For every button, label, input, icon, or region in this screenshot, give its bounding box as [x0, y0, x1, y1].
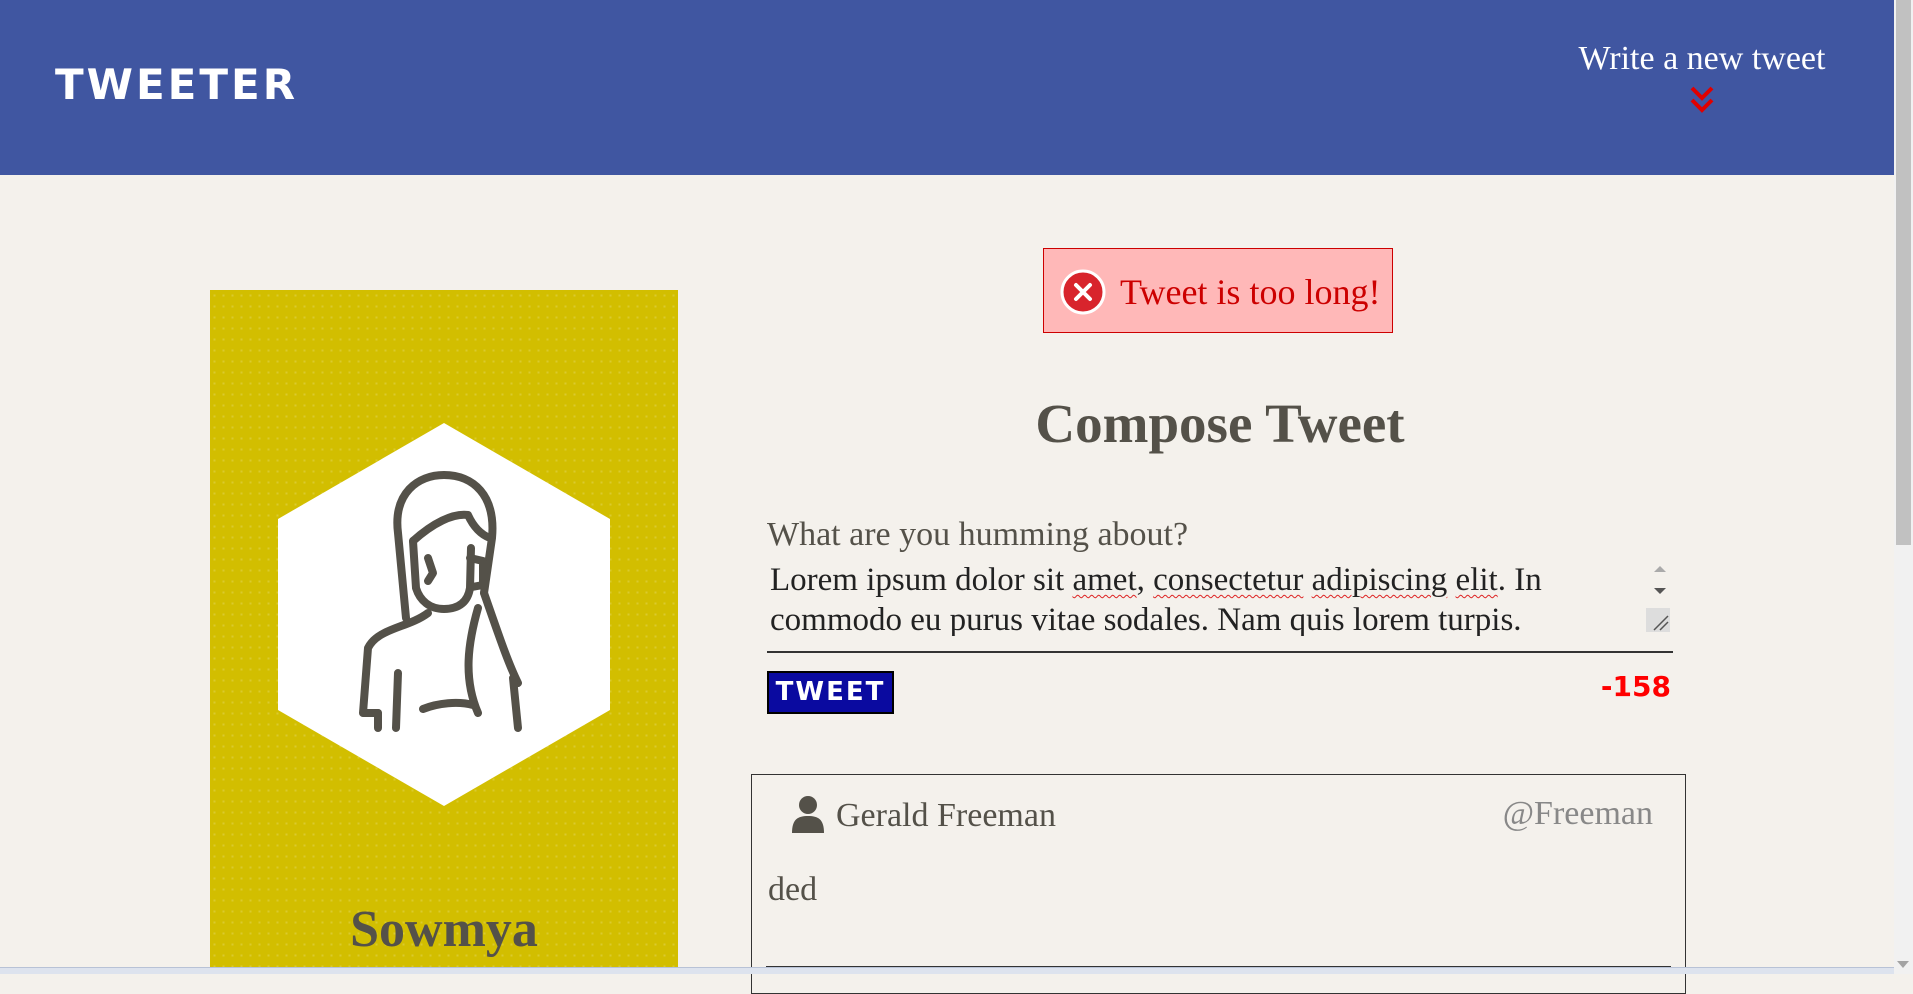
double-chevron-down-icon [1690, 86, 1714, 113]
woman-avatar-icon [278, 423, 610, 806]
compose-prompt-label: What are you humming about? [767, 516, 1189, 553]
scrollbar-thumb[interactable] [1896, 0, 1911, 545]
user-icon [792, 796, 824, 833]
error-x-icon [1060, 269, 1106, 315]
textarea-underline [767, 651, 1673, 653]
tweet-card: Gerald Freeman @Freeman ded [751, 774, 1686, 994]
profile-name: Sowmya [350, 901, 538, 958]
write-new-tweet-link[interactable]: Write a new tweet [1562, 40, 1842, 116]
top-nav: TWEETER Write a new tweet [0, 0, 1894, 175]
brand-logo[interactable]: TWEETER [55, 60, 298, 109]
tweet-author-name: Gerald Freeman [836, 797, 1056, 834]
page-scrollbar[interactable] [1894, 0, 1913, 974]
tweet-content: ded [768, 871, 818, 908]
compose-title: Compose Tweet [1035, 393, 1405, 454]
tweet-textarea[interactable]: Lorem ipsum dolor sit amet, consectetur … [767, 560, 1673, 636]
error-banner: Tweet is too long! [1043, 248, 1393, 333]
textarea-scroll-up-icon[interactable] [1654, 566, 1666, 572]
write-new-tweet-label: Write a new tweet [1578, 40, 1826, 77]
textarea-scroll-down-icon[interactable] [1654, 588, 1666, 594]
window-bottom-edge [0, 967, 1894, 974]
error-message: Tweet is too long! [1120, 272, 1381, 312]
profile-card: Sowmya [210, 290, 678, 974]
scroll-down-arrow-icon[interactable] [1897, 961, 1909, 968]
tweet-text: Lorem ipsum dolor sit amet, consectetur … [770, 562, 1542, 636]
tweet-button[interactable]: TWEET [767, 671, 894, 714]
tweet-author-handle: @Freeman [1502, 795, 1653, 832]
character-counter: -158 [1600, 670, 1671, 703]
textarea-resize-handle-icon[interactable] [1646, 608, 1670, 632]
